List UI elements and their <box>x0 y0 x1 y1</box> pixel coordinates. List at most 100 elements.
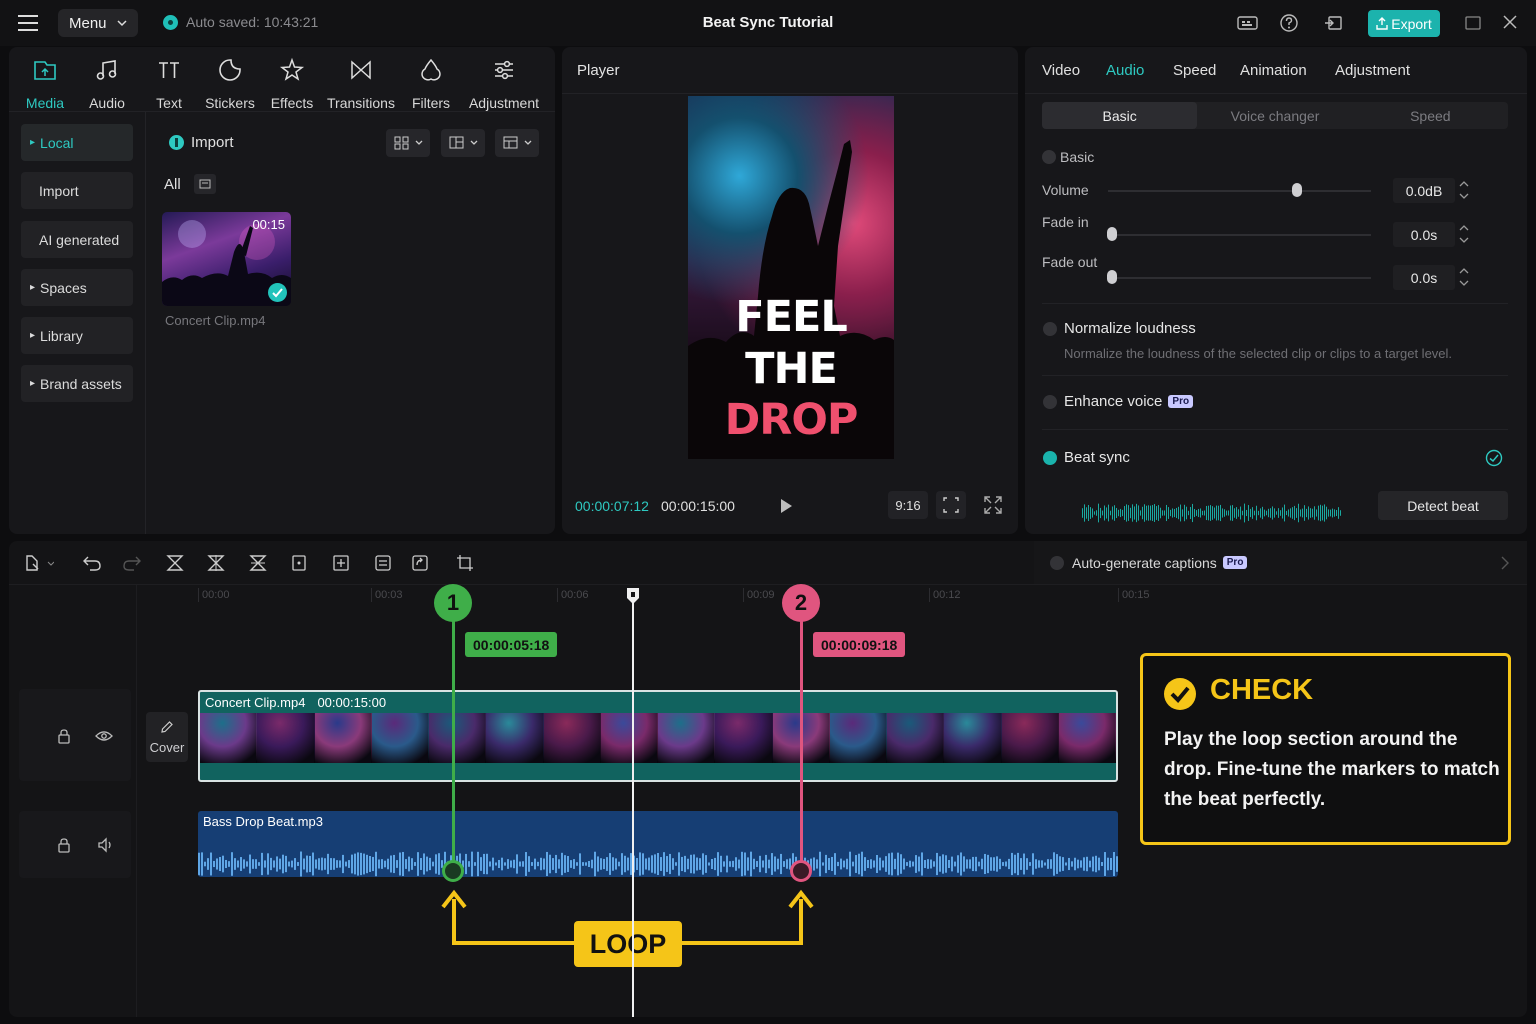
auto-captions-toggle[interactable] <box>1050 555 1064 570</box>
fullscreen-icon[interactable] <box>982 494 1004 516</box>
waveform-bar <box>1104 852 1106 876</box>
keyboard-shortcuts-icon[interactable] <box>1237 13 1259 33</box>
tool-filters[interactable]: Filters <box>407 57 455 111</box>
aspect-ratio-button[interactable]: 9:16 <box>888 491 928 519</box>
marker-2-time: 00:00:09:18 <box>813 632 906 657</box>
speaker-icon[interactable] <box>97 837 115 853</box>
redo-icon[interactable] <box>122 553 142 573</box>
tool-audio[interactable]: Audio <box>85 57 129 111</box>
waveform-bar <box>876 854 878 874</box>
tool-media[interactable]: Media <box>23 57 67 111</box>
lock-icon[interactable] <box>56 728 72 744</box>
mirror-icon[interactable] <box>373 553 393 573</box>
sidebar-item-import[interactable]: Import <box>21 172 133 209</box>
split-left-icon[interactable] <box>206 553 226 573</box>
freeze-icon[interactable] <box>331 553 351 573</box>
sidebar-item-local[interactable]: ▸ Local <box>21 124 133 161</box>
split-right-icon[interactable] <box>248 553 268 573</box>
tool-effects[interactable]: Effects <box>268 57 316 111</box>
tab-video[interactable]: Video <box>1042 62 1080 79</box>
sidebar-item-ai-generated[interactable]: AI generated <box>21 221 133 258</box>
volume-slider[interactable] <box>1108 190 1371 192</box>
marker-1-badge[interactable]: 1 <box>434 584 472 622</box>
normalize-toggle[interactable] <box>1043 322 1057 336</box>
select-tool-icon[interactable] <box>24 553 54 573</box>
sidebar-item-library[interactable]: ▸ Library <box>21 317 133 354</box>
fade-out-slider-knob[interactable] <box>1107 270 1117 284</box>
fit-icon[interactable] <box>936 491 966 519</box>
filter-options-icon[interactable] <box>194 174 216 194</box>
lock-icon[interactable] <box>56 837 72 853</box>
split-icon[interactable] <box>165 553 185 573</box>
ruler-tick <box>743 588 744 602</box>
fade-out-stepper-icon[interactable] <box>1456 265 1472 289</box>
volume-slider-knob[interactable] <box>1292 183 1303 197</box>
subtab-basic[interactable]: Basic <box>1042 102 1198 129</box>
fade-in-value[interactable]: 0.0s <box>1393 222 1455 247</box>
import-button[interactable]: Import <box>169 134 234 151</box>
basic-toggle[interactable] <box>1042 150 1056 164</box>
chevron-right-icon[interactable] <box>1500 556 1510 570</box>
enhance-voice-toggle[interactable] <box>1043 395 1057 409</box>
rotate-icon[interactable] <box>410 553 430 573</box>
undo-icon[interactable] <box>82 553 102 573</box>
marker-2-handle[interactable] <box>790 860 812 882</box>
filter-all[interactable]: All <box>164 176 181 193</box>
tool-transitions[interactable]: Transitions <box>325 57 397 111</box>
eye-icon[interactable] <box>95 729 113 743</box>
cover-button[interactable]: Cover <box>146 712 188 762</box>
maximize-icon[interactable] <box>1463 13 1485 33</box>
waveform-bar <box>1238 509 1239 517</box>
hamburger-icon[interactable] <box>18 14 40 32</box>
crop-icon[interactable] <box>455 553 475 573</box>
menu-button[interactable]: Menu <box>58 9 138 37</box>
tab-animation[interactable]: Animation <box>1240 62 1307 79</box>
sort-button[interactable] <box>386 129 430 157</box>
sidebar-item-brand-assets[interactable]: ▸ Brand assets <box>21 365 133 402</box>
sidebar-item-spaces[interactable]: ▸ Spaces <box>21 269 133 306</box>
waveform-bar <box>270 857 272 871</box>
tab-audio[interactable]: Audio <box>1106 62 1144 79</box>
waveform-bar <box>507 859 509 869</box>
fade-in-stepper-icon[interactable] <box>1456 222 1472 246</box>
waveform-bar <box>903 858 905 870</box>
waveform-bar <box>1116 856 1118 872</box>
detect-beat-button[interactable]: Detect beat <box>1378 491 1508 520</box>
delete-icon[interactable] <box>289 553 309 573</box>
tab-adjustment[interactable]: Adjustment <box>1335 62 1410 79</box>
playhead-handle-icon[interactable] <box>625 586 641 606</box>
subtab-voice-changer[interactable]: Voice changer <box>1197 102 1352 129</box>
fade-in-slider[interactable] <box>1108 234 1371 236</box>
video-clip[interactable]: Concert Clip.mp4 00:00:15:00 <box>198 690 1118 782</box>
beat-sync-toggle[interactable] <box>1043 451 1057 465</box>
auto-captions-row[interactable]: Auto-generate captions Pro <box>1034 541 1527 584</box>
audio-clip[interactable]: Bass Drop Beat.mp3 <box>198 811 1118 877</box>
waveform-bar <box>624 855 626 873</box>
tool-text[interactable]: Text <box>149 57 189 111</box>
waveform-bar <box>1272 506 1273 520</box>
tab-speed[interactable]: Speed <box>1173 62 1216 79</box>
waveform-bar <box>498 859 500 869</box>
playhead[interactable] <box>632 598 634 1017</box>
filter-view-button[interactable] <box>441 129 485 157</box>
tool-adjustment[interactable]: Adjustment <box>466 57 542 111</box>
subtab-speed[interactable]: Speed <box>1353 102 1508 129</box>
help-icon[interactable] <box>1279 13 1301 33</box>
export-button[interactable]: Export <box>1368 10 1440 37</box>
display-mode-button[interactable] <box>495 129 539 157</box>
marker-2-badge[interactable]: 2 <box>782 584 820 622</box>
fade-in-slider-knob[interactable] <box>1107 227 1117 241</box>
tool-stickers[interactable]: Stickers <box>202 57 258 111</box>
volume-value[interactable]: 0.0dB <box>1393 178 1455 203</box>
video-preview[interactable]: FEEL THE DROP <box>688 96 894 459</box>
close-icon[interactable] <box>1500 13 1522 33</box>
waveform-bar <box>285 855 287 873</box>
play-icon[interactable] <box>779 498 793 514</box>
volume-stepper-icon[interactable] <box>1456 178 1472 202</box>
fade-out-slider[interactable] <box>1108 277 1371 279</box>
media-thumbnail[interactable]: 00:15 <box>162 212 291 306</box>
layout-icon[interactable] <box>1323 13 1345 33</box>
fade-out-value[interactable]: 0.0s <box>1393 265 1455 290</box>
waveform-bar <box>396 860 398 868</box>
marker-1-handle[interactable] <box>442 860 464 882</box>
